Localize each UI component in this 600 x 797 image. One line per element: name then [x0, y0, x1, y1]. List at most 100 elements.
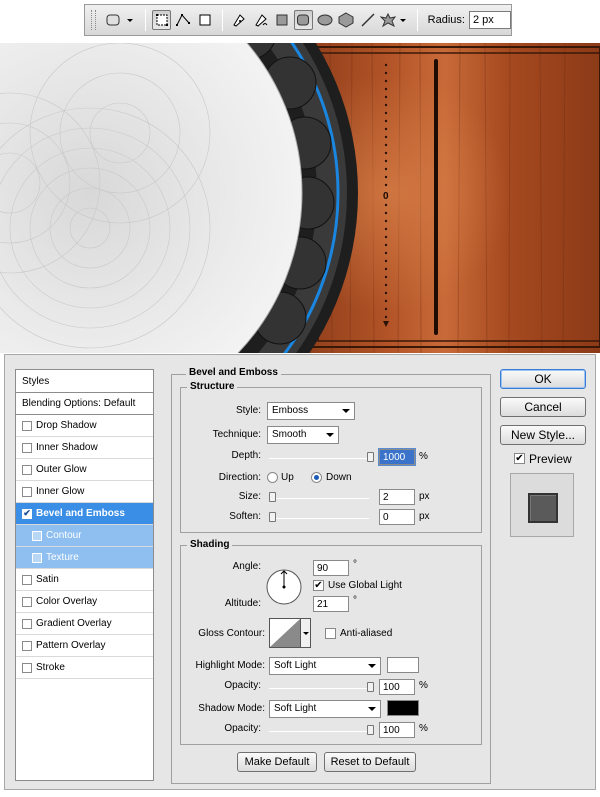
toolbar-grip[interactable] [91, 10, 96, 30]
checkbox[interactable] [22, 486, 32, 497]
freeform-pen-button[interactable] [251, 10, 270, 30]
radius-input[interactable] [468, 11, 511, 29]
new-style-button[interactable]: New Style... [500, 425, 586, 445]
fill-pixels-icon [199, 14, 211, 26]
checkbox[interactable] [22, 442, 32, 453]
ellipse-tool-button[interactable] [315, 10, 334, 30]
checkbox[interactable] [22, 464, 32, 475]
angle-dial[interactable] [265, 568, 303, 606]
shadow-opacity-slider[interactable] [269, 731, 369, 732]
technique-select[interactable]: Smooth [267, 426, 339, 444]
custom-shape-icon [380, 12, 407, 28]
options-toolbar: Radius: [84, 4, 512, 36]
shadow-opacity-input[interactable]: 100 [379, 722, 415, 738]
preview-checkbox[interactable]: ✔ [514, 453, 525, 464]
chevron-down-icon [326, 433, 334, 437]
rounded-rectangle-icon [297, 14, 310, 26]
preview-label: Preview [529, 452, 572, 466]
style-item-contour[interactable]: Contour [16, 525, 153, 547]
checkbox[interactable] [22, 640, 32, 651]
rounded-rectangle-tool-button[interactable] [293, 10, 314, 30]
shape-layers-icon [155, 14, 168, 26]
vertical-groove [434, 59, 438, 335]
depth-slider[interactable] [269, 458, 369, 459]
shadow-mode-select[interactable]: Soft Light [269, 700, 381, 718]
angle-degree: ° [353, 559, 357, 570]
size-slider-thumb[interactable] [269, 492, 276, 502]
structure-title: Structure [187, 381, 238, 392]
altitude-label: Altitude: [224, 598, 261, 609]
gloss-contour-picker[interactable] [269, 618, 311, 648]
style-item-inner-shadow[interactable]: Inner Shadow [16, 437, 153, 459]
style-item-pattern-overlay[interactable]: Pattern Overlay [16, 635, 153, 657]
checkbox[interactable] [22, 618, 32, 629]
preview-swatch [528, 493, 558, 523]
soften-input[interactable]: 0 [379, 509, 415, 525]
document-canvas[interactable]: 0 [0, 43, 600, 353]
style-item-satin[interactable]: Satin [16, 569, 153, 591]
checkbox[interactable] [22, 596, 32, 607]
style-item-color-overlay[interactable]: Color Overlay [16, 591, 153, 613]
highlight-opacity-slider[interactable] [269, 688, 369, 689]
style-item-drop-shadow[interactable]: Drop Shadow [16, 415, 153, 437]
depth-unit: % [419, 451, 428, 462]
checkbox[interactable] [32, 552, 42, 563]
style-item-gradient-overlay[interactable]: Gradient Overlay [16, 613, 153, 635]
use-global-light-checkbox[interactable]: ✔ [313, 580, 324, 591]
blending-options-item[interactable]: Blending Options: Default [16, 393, 153, 415]
fill-pixels-button[interactable] [195, 10, 214, 30]
style-select[interactable]: Emboss [267, 402, 355, 420]
checkmark-icon[interactable]: ✔ [22, 508, 32, 519]
shadow-mode-label: Shadow Mode: [198, 703, 265, 714]
freeform-pen-icon [254, 14, 267, 27]
depth-input[interactable]: 1000 [378, 448, 416, 466]
styles-header[interactable]: Styles [16, 370, 153, 393]
style-item-outer-glow[interactable]: Outer Glow [16, 459, 153, 481]
styles-list: Styles Blending Options: Default Drop Sh… [15, 369, 154, 781]
shadow-opacity-thumb[interactable] [367, 725, 374, 735]
anti-aliased-checkbox[interactable] [325, 628, 336, 639]
style-item-inner-glow[interactable]: Inner Glow [16, 481, 153, 503]
radius-label: Radius: [427, 14, 465, 26]
angle-input[interactable]: 90 [313, 560, 349, 576]
make-default-button[interactable]: Make Default [237, 752, 317, 772]
checkbox[interactable] [32, 530, 42, 541]
size-slider[interactable] [269, 498, 369, 499]
custom-shape-tool-button[interactable] [379, 10, 408, 30]
checkbox[interactable] [22, 662, 32, 673]
style-preview-thumbnail [510, 473, 574, 537]
highlight-color-swatch[interactable] [387, 657, 419, 673]
shadow-color-swatch[interactable] [387, 700, 419, 716]
shape-layers-button[interactable] [151, 10, 172, 30]
style-item-texture[interactable]: Texture [16, 547, 153, 569]
altitude-input[interactable]: 21 [313, 596, 349, 612]
reset-to-default-button[interactable]: Reset to Default [324, 752, 416, 772]
rectangle-tool-button[interactable] [272, 10, 291, 30]
line-tool-button[interactable] [358, 10, 377, 30]
highlight-opacity-input[interactable]: 100 [379, 679, 415, 695]
paths-button[interactable] [173, 10, 192, 30]
depth-slider-thumb[interactable] [367, 452, 374, 462]
style-item-stroke[interactable]: Stroke [16, 657, 153, 679]
ruler-zero-label: 0 [383, 191, 389, 202]
tool-preset-picker[interactable] [104, 10, 137, 30]
layer-style-dialog: Styles Blending Options: Default Drop Sh… [4, 354, 596, 790]
direction-down-radio[interactable] [311, 472, 322, 483]
highlight-mode-select[interactable]: Soft Light [269, 657, 381, 675]
checkbox[interactable] [22, 420, 32, 431]
style-item-bevel-and-emboss[interactable]: ✔ Bevel and Emboss [16, 503, 153, 525]
panel-title: Bevel and Emboss [186, 367, 281, 378]
structure-group: Structure Style: Emboss Technique: Smoot… [180, 381, 482, 533]
anti-aliased-label: Anti-aliased [340, 628, 393, 639]
direction-up-radio[interactable] [267, 472, 278, 483]
size-input[interactable]: 2 [379, 489, 415, 505]
highlight-opacity-thumb[interactable] [367, 682, 374, 692]
polygon-tool-button[interactable] [337, 10, 356, 30]
technique-label: Technique: [212, 429, 261, 440]
pen-tool-button[interactable] [229, 10, 248, 30]
checkbox[interactable] [22, 574, 32, 585]
cancel-button[interactable]: Cancel [500, 397, 586, 417]
soften-slider-thumb[interactable] [269, 512, 276, 522]
ok-button[interactable]: OK [500, 369, 586, 389]
soften-slider[interactable] [269, 518, 369, 519]
